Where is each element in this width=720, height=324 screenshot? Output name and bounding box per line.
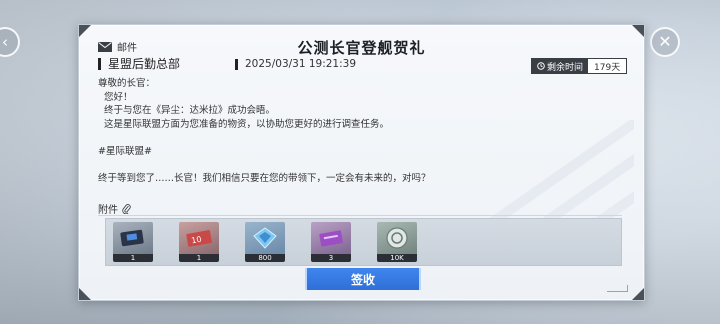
- paperclip-icon: [122, 204, 131, 214]
- body-tag: #星际联盟#: [98, 145, 152, 157]
- corner-decoration: [632, 25, 644, 37]
- attachment-item[interactable]: 10K: [377, 222, 417, 262]
- red-ticket-icon: 10: [179, 222, 219, 254]
- remaining-time-value: 179天: [588, 59, 627, 73]
- mail-title: 公测长官登舰贺礼: [297, 39, 426, 57]
- attachment-quantity: 1: [113, 254, 153, 262]
- close-icon: ✕: [658, 32, 672, 51]
- attachment-item[interactable]: 3: [311, 222, 351, 262]
- attachment-quantity: 3: [311, 254, 351, 262]
- attachments-label: 附件: [98, 205, 118, 216]
- remaining-time-label: 剩余时间: [532, 59, 589, 73]
- attachment-item[interactable]: 10 1: [179, 222, 219, 262]
- body-line: 您好！: [98, 91, 133, 103]
- body-greeting: 尊敬的长官：: [98, 78, 156, 89]
- divider: [98, 215, 622, 216]
- corner-decoration: [79, 25, 91, 37]
- dark-ticket-card-icon: [113, 222, 153, 254]
- silver-coin-icon: [377, 222, 417, 254]
- attachments-tray: 1 10 1 800 3 10K: [105, 218, 622, 266]
- attachment-quantity: 1: [179, 254, 219, 262]
- remaining-time-badge: 剩余时间 179天: [531, 58, 628, 74]
- mail-panel: 邮件 公测长官登舰贺礼 星盟后勤总部 2025/03/31 19:21:39 剩…: [78, 24, 645, 301]
- attachment-quantity: 800: [245, 254, 285, 262]
- remaining-time-label-text: 剩余时间: [547, 62, 584, 73]
- attachment-item[interactable]: 800: [245, 222, 285, 262]
- mail-date: 2025/03/31 19:21:39: [235, 59, 356, 70]
- corner-tick-decoration: [607, 285, 628, 292]
- body-line: 终于与您在《异尘：达米拉》成功会晤。: [98, 105, 276, 116]
- chevron-left-icon: ‹: [2, 32, 8, 51]
- body-closing: 终于等到您了……长官！我们相信只要在您的带领下，一定会有未来的，对吗？: [98, 172, 431, 184]
- svg-text:10: 10: [191, 235, 203, 246]
- body-line: 这是星际联盟方面为您准备的物资，以协助您更好的进行调查任务。: [98, 118, 390, 130]
- clock-icon: [537, 62, 545, 70]
- mail-sender: 星盟后勤总部: [98, 58, 180, 70]
- claim-button[interactable]: 签收: [305, 268, 421, 290]
- attachments-header: 附件: [98, 201, 131, 216]
- mail-body: 尊敬的长官： 您好！ 终于与您在《异尘：达米拉》成功会晤。 这是星际联盟方面为您…: [98, 77, 498, 185]
- corner-decoration: [632, 288, 644, 300]
- attachment-quantity: 10K: [377, 254, 417, 262]
- purple-card-icon: [311, 222, 351, 254]
- attachment-item[interactable]: 1: [113, 222, 153, 262]
- blue-crystal-icon: [245, 222, 285, 254]
- corner-decoration: [79, 288, 91, 300]
- close-button[interactable]: ✕: [650, 27, 680, 57]
